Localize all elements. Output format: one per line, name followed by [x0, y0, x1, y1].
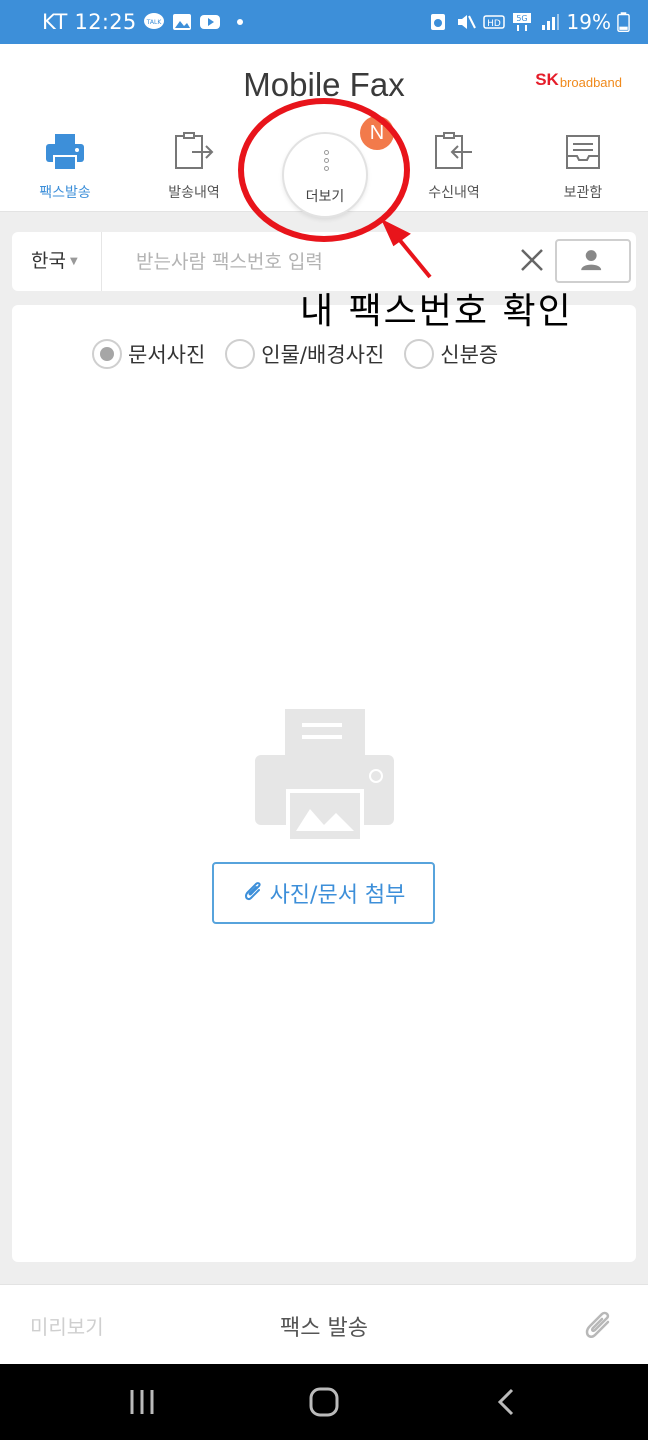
photo-type-options: 문서사진 인물/배경사진 신분증 — [92, 339, 498, 369]
radio-label: 인물/배경사진 — [261, 343, 385, 367]
gallery-icon — [173, 14, 191, 30]
notification-icons: TALK — [143, 12, 243, 32]
contacts-button[interactable] — [555, 239, 631, 283]
fax-machine-icon — [255, 709, 394, 841]
tab-archive[interactable]: 보관함 — [528, 132, 638, 202]
hd-icon: HD — [482, 15, 505, 29]
send-fax-area: 팩스 발송 — [0, 1310, 648, 1342]
svg-text:HD: HD — [487, 19, 501, 29]
clear-icon[interactable] — [518, 246, 546, 274]
brand-logo: SK broadband — [535, 70, 622, 90]
annotation-label: 내 팩스번호 확인 — [300, 291, 573, 332]
svg-text:TALK: TALK — [146, 19, 163, 26]
carrier-time: KT 12:25 — [42, 10, 137, 34]
radio-label: 문서사진 — [128, 343, 206, 367]
system-icons: HD 5G 19% — [427, 10, 630, 34]
person-icon — [581, 250, 602, 271]
tab-fax-send[interactable]: 팩스발송 — [10, 132, 120, 202]
tab-sent-history[interactable]: 발송내역 — [139, 132, 249, 202]
bottom-action-bar: 미리보기 팩스 발송 — [0, 1284, 648, 1364]
tab-received-history[interactable]: 수신내역 — [399, 132, 509, 202]
system-navigation-bar — [0, 1364, 648, 1440]
more-dots-icon — [322, 150, 330, 174]
attach-button-label: 사진/문서 첨부 — [269, 883, 406, 908]
back-icon[interactable] — [486, 1384, 526, 1420]
country-select[interactable]: 한국 ▼ — [12, 232, 102, 291]
battery-percent: 19% — [566, 10, 611, 34]
tab-label: 수신내역 — [428, 185, 480, 201]
tab-label: 팩스발송 — [39, 185, 91, 201]
new-badge: N — [360, 116, 394, 150]
tab-label: 보관함 — [563, 185, 603, 201]
fax-number-input[interactable] — [136, 244, 506, 280]
paperclip-icon[interactable] — [582, 1309, 614, 1343]
printer-icon — [46, 134, 84, 171]
status-bar: KT 12:25 TALK HD 5G 19% — [0, 0, 648, 44]
svg-text:5G: 5G — [516, 14, 527, 23]
radio-document-photo[interactable]: 문서사진 — [92, 339, 205, 369]
inbox-icon — [435, 132, 472, 169]
dot-icon — [237, 19, 243, 25]
outbox-icon — [175, 132, 214, 169]
5g-icon: 5G — [512, 13, 531, 31]
country-label: 한국 — [31, 250, 66, 272]
mute-icon — [457, 15, 476, 29]
recycle-icon — [430, 14, 445, 30]
radio-unchecked-icon — [404, 339, 435, 369]
paperclip-icon — [244, 882, 261, 901]
brand-sk: SK — [535, 70, 559, 89]
more-button[interactable]: 더보기 — [282, 132, 368, 218]
attach-photo-document-button[interactable]: 사진/문서 첨부 — [212, 862, 435, 924]
radio-checked-icon — [92, 339, 122, 369]
more-label: 더보기 — [305, 189, 345, 205]
kakaotalk-icon: TALK — [144, 13, 164, 29]
caret-down-icon: ▼ — [69, 256, 78, 267]
home-icon[interactable] — [304, 1384, 344, 1420]
attachment-panel: 문서사진 인물/배경사진 신분증 사진/문서 첨부 — [12, 305, 636, 1262]
radio-id-card[interactable]: 신분증 — [404, 339, 498, 369]
youtube-icon — [200, 15, 220, 29]
archive-icon — [566, 135, 600, 169]
battery-icon — [617, 12, 630, 32]
radio-portrait-photo[interactable]: 인물/배경사진 — [225, 339, 384, 369]
brand-broadband: broadband — [559, 75, 622, 90]
send-fax-button[interactable]: 팩스 발송 — [280, 1316, 368, 1341]
tab-label: 발송내역 — [168, 185, 220, 201]
signal-icon — [541, 14, 559, 30]
recent-apps-icon[interactable] — [122, 1384, 162, 1420]
radio-label: 신분증 — [440, 343, 499, 367]
radio-unchecked-icon — [225, 339, 256, 369]
